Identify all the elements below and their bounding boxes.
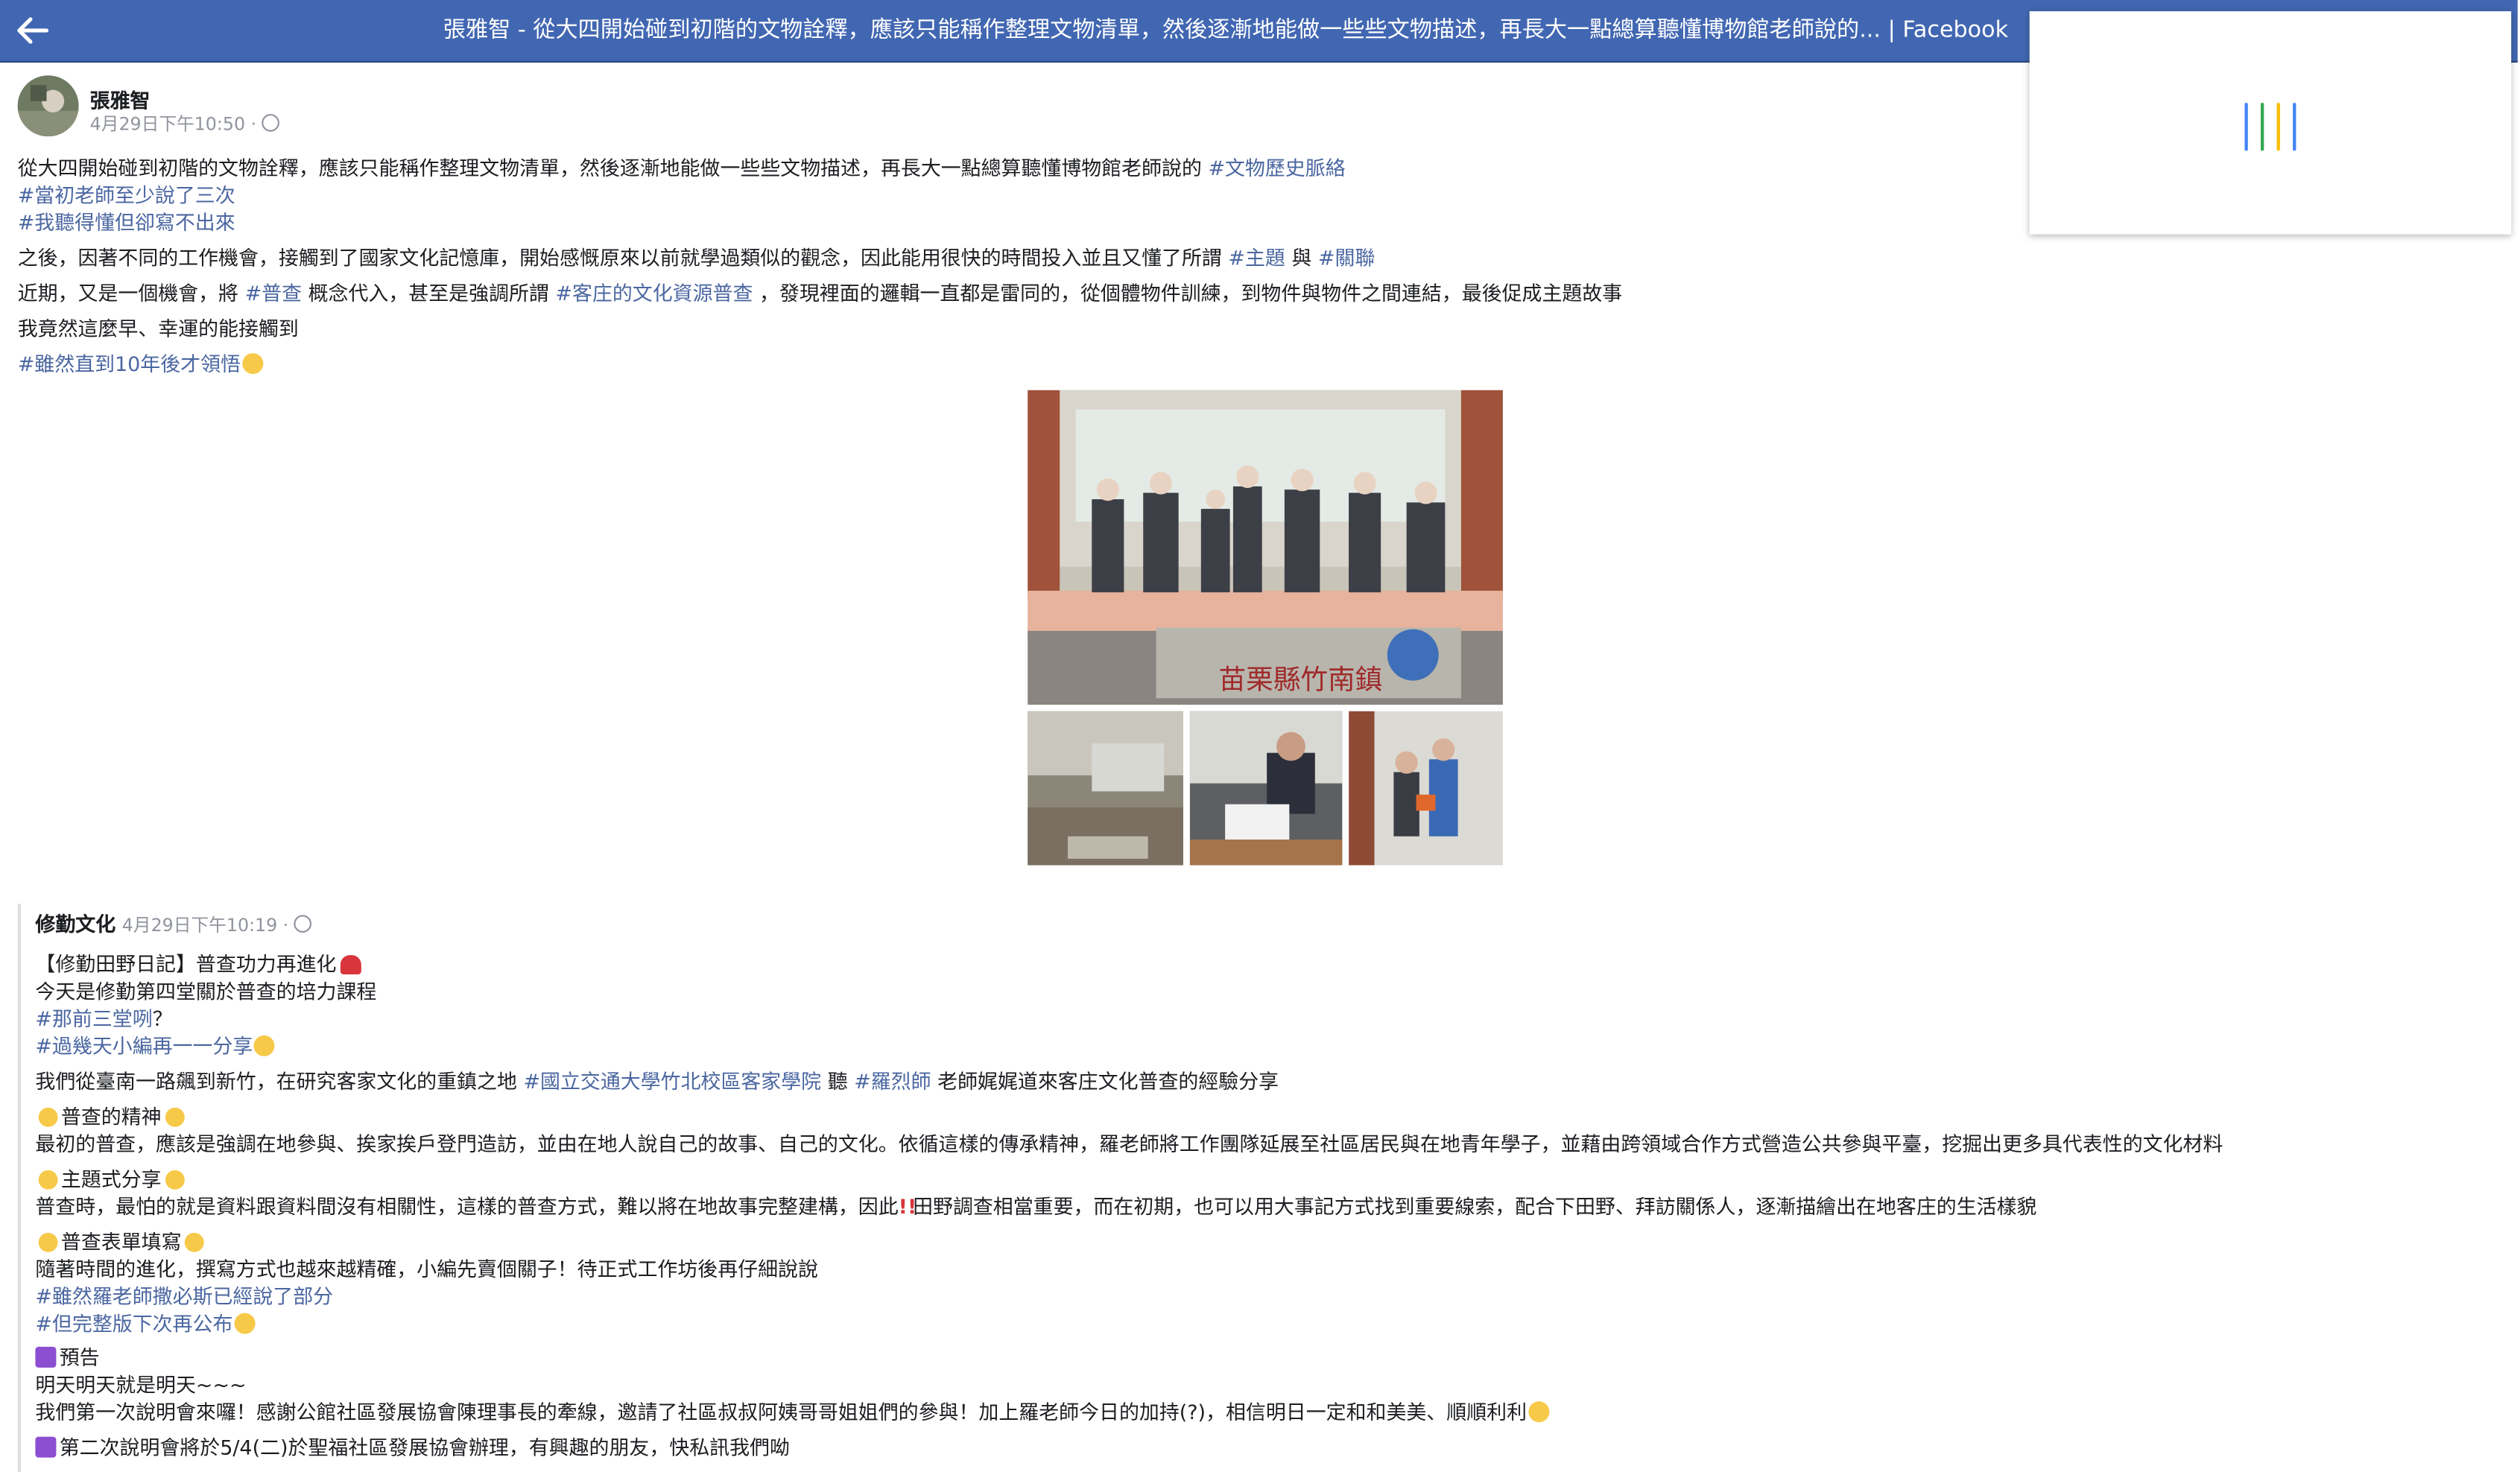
hashtag-link[interactable]: #主題	[1228, 246, 1285, 270]
post-text: 【修勤田野日記】普查功力再進化	[35, 951, 337, 977]
section-heading: 主題式分享	[60, 1167, 162, 1191]
shared-line-10: 普查表單填寫	[35, 1228, 207, 1255]
photo-thumbnail-2[interactable]	[1189, 711, 1343, 866]
shared-line-16: 我們第一次說明會來囉！感謝公館社區發展協會陳理事長的牽線，邀請了社區叔叔阿姨哥哥…	[35, 1398, 1551, 1426]
shared-line-6: 普查的精神	[35, 1103, 187, 1130]
page-title: 張雅智 - 從大四開始碰到初階的文物詮釋，應該只能稱作整理文物清單，然後逐漸地能…	[443, 17, 2009, 44]
hashtag-link[interactable]: #關聯	[1318, 246, 1375, 270]
loading-spinner-icon	[2244, 102, 2308, 151]
banner-text: 苗栗縣竹南鎮	[1219, 663, 1383, 695]
post-line-6: 我竟然這麼早、幸運的能接觸到	[18, 314, 299, 342]
post-text: 近期，又是一個機會，將	[17, 281, 245, 305]
post-text: 普查時，最怕的就是資料跟資料間沒有相關性，這樣的普查方式，難以將在地故事完整建構…	[35, 1194, 899, 1219]
globe-icon	[293, 915, 311, 933]
shared-line-1: 【修勤田野日記】普查功力再進化	[35, 951, 361, 978]
post-text: 之後，因著不同的工作機會，接觸到了國家文化記憶庫，開始感慨原來以前就學過類似的觀…	[17, 245, 1229, 270]
post-text: 與	[1285, 245, 1318, 270]
shared-line-12: #雖然羅老師撒必斯已經說了部分	[35, 1283, 333, 1310]
post-author[interactable]: 張雅智	[90, 83, 151, 114]
shared-post-header: 修勤文化 4月29日下午10:19 ·	[35, 907, 311, 937]
sun-icon	[164, 1107, 184, 1127]
hashtag-link[interactable]: #國立交通大學竹北校區客家學院	[523, 1069, 821, 1093]
post-text: 我們第一次說明會來囉！感謝公館社區發展協會陳理事長的牽線，邀請了社區叔叔阿姨哥哥…	[35, 1400, 1527, 1424]
purple-square-icon	[35, 1436, 57, 1458]
tongue-emoji-icon	[234, 1313, 256, 1334]
post-text: 概念代入，甚至是強調所謂	[302, 281, 556, 305]
post-line-5: 近期，又是一個機會，將 #普查 概念代入，甚至是強調所謂 #客庄的文化資源普查 …	[18, 279, 1623, 307]
purple-square-icon	[35, 1346, 57, 1368]
post-line-2: #當初老師至少說了三次	[18, 181, 235, 209]
globe-icon	[261, 113, 279, 132]
hashtag-link[interactable]: #文物歷史脈絡	[1208, 156, 1345, 180]
shared-line-3: #那前三堂咧？	[35, 1005, 172, 1032]
post-text: 明天明天就是明天~~~	[35, 1372, 247, 1397]
hashtag-link[interactable]: #雖然直到10年後才領悟	[18, 352, 241, 375]
avatar[interactable]	[17, 75, 79, 137]
post-text: ？	[152, 1006, 173, 1031]
post-line-1: 從大四開始碰到初階的文物詮釋，應該只能稱作整理文物清單，然後逐漸地能做一些些文物…	[18, 154, 1346, 182]
sun-icon	[184, 1232, 204, 1252]
hashtag-link[interactable]: #雖然羅老師撒必斯已經說了部分	[35, 1284, 333, 1308]
sun-icon	[38, 1107, 58, 1127]
loading-panel	[2029, 11, 2512, 235]
main-photo[interactable]: 苗栗縣竹南鎮	[1028, 390, 1503, 705]
sun-icon	[38, 1170, 58, 1190]
hashtag-link[interactable]: #當初老師至少說了三次	[18, 183, 235, 207]
shared-line-7: 最初的普查，應該是強調在地參與、挨家挨戶登門造訪，並由在地人說自己的故事、自己的…	[35, 1130, 2223, 1158]
post-text: 從大四開始碰到初階的文物詮釋，應該只能稱作整理文物清單，然後逐漸地能做一些些文物…	[17, 156, 1209, 180]
shared-line-8: 主題式分享	[35, 1165, 187, 1193]
shared-line-17: 第二次說明會將於5/4(二)於聖福社區發展協會辦理，有興趣的朋友，快私訊我們呦	[35, 1433, 790, 1461]
shared-line-5: 我們從臺南一路飆到新竹，在研究客家文化的重鎮之地 #國立交通大學竹北校區客家學院…	[35, 1067, 1279, 1095]
sun-icon	[164, 1170, 184, 1190]
post-line-7: #雖然直到10年後才領悟	[18, 350, 265, 378]
shared-line-13: #但完整版下次再公布	[35, 1310, 256, 1337]
shared-post-timestamp[interactable]: 4月29日下午10:19 ·	[122, 915, 288, 936]
hashtag-link[interactable]: #普查	[245, 281, 302, 305]
shared-line-14: 預告	[35, 1344, 100, 1371]
section-heading: 預告	[59, 1345, 100, 1370]
back-arrow-icon[interactable]	[14, 13, 49, 48]
post-text: 隨著時間的進化，撰寫方式也越來越精確，小編先賣個關子！待正式工作坊後再仔細說說	[35, 1257, 818, 1281]
section-heading: 普查的精神	[60, 1104, 162, 1129]
heart-icon	[339, 955, 361, 974]
shared-line-11: 隨著時間的進化，撰寫方式也越來越精確，小編先賣個關子！待正式工作坊後再仔細說說	[35, 1255, 818, 1283]
post-text: 聽	[821, 1069, 855, 1094]
post-timestamp-text: 4月29日下午10:50 ·	[89, 113, 257, 136]
shared-line-15: 明天明天就是明天~~~	[35, 1371, 246, 1398]
post-line-4: 之後，因著不同的工作機會，接觸到了國家文化記憶庫，開始感慨原來以前就學過類似的觀…	[18, 244, 1375, 272]
hashtag-link[interactable]: #過幾天小編再一一分享	[35, 1034, 253, 1058]
shared-line-4: #過幾天小編再一一分享	[35, 1032, 276, 1060]
post-text: 最初的普查，應該是強調在地參與、挨家挨戶登門造訪，並由在地人說自己的故事、自己的…	[35, 1132, 2223, 1156]
section-heading: 普查表單填寫	[60, 1229, 182, 1254]
post-text: 我竟然這麼早、幸運的能接觸到	[17, 316, 299, 340]
photo-thumbnail-1[interactable]	[1028, 711, 1184, 866]
shared-line-9: 普查時，最怕的就是資料跟資料間沒有相關性，這樣的普查方式，難以將在地故事完整建構…	[35, 1193, 2036, 1220]
hashtag-link[interactable]: #但完整版下次再公布	[35, 1312, 232, 1336]
hashtag-link[interactable]: #客庄的文化資源普查	[555, 281, 753, 305]
post-line-3: #我聽得懂但卻寫不出來	[18, 209, 235, 236]
shared-post-border	[17, 904, 22, 1472]
hashtag-link[interactable]: #羅烈師	[854, 1069, 931, 1093]
double-exclamation-icon: !!	[898, 1194, 917, 1219]
shared-post-author[interactable]: 修勤文化	[35, 912, 115, 936]
post-text: 田野調查相當重要，而在初期，也可以用大事記方式找到重要線索，配合下田野、拜訪關係…	[913, 1194, 2037, 1219]
hashtag-link[interactable]: #我聽得懂但卻寫不出來	[18, 210, 235, 234]
post-text: 老師娓娓道來客庄文化普查的經驗分享	[931, 1069, 1279, 1094]
laughing-emoji-icon	[254, 1035, 276, 1056]
sunglasses-emoji-icon	[1528, 1401, 1550, 1423]
photo-thumbnail-3[interactable]	[1349, 711, 1503, 866]
hashtag-link[interactable]: #那前三堂咧	[35, 1006, 152, 1030]
post-text: 我們從臺南一路飆到新竹，在研究客家文化的重鎮之地	[35, 1069, 524, 1094]
post-text: ，發現裡面的邏輯一直都是雷同的，從個體物件訓練，到物件與物件之間連結，最後促成主…	[753, 281, 1623, 305]
post-timestamp[interactable]: 4月29日下午10:50 ·	[90, 111, 279, 136]
sun-icon	[38, 1232, 58, 1252]
shared-line-2: 今天是修勤第四堂關於普查的培力課程	[35, 977, 376, 1005]
laughing-emoji-icon	[242, 353, 264, 375]
post-text: 第二次說明會將於5/4(二)於聖福社區發展協會辦理，有興趣的朋友，快私訊我們呦	[59, 1435, 790, 1459]
post-text: 今天是修勤第四堂關於普查的培力課程	[35, 979, 377, 1003]
